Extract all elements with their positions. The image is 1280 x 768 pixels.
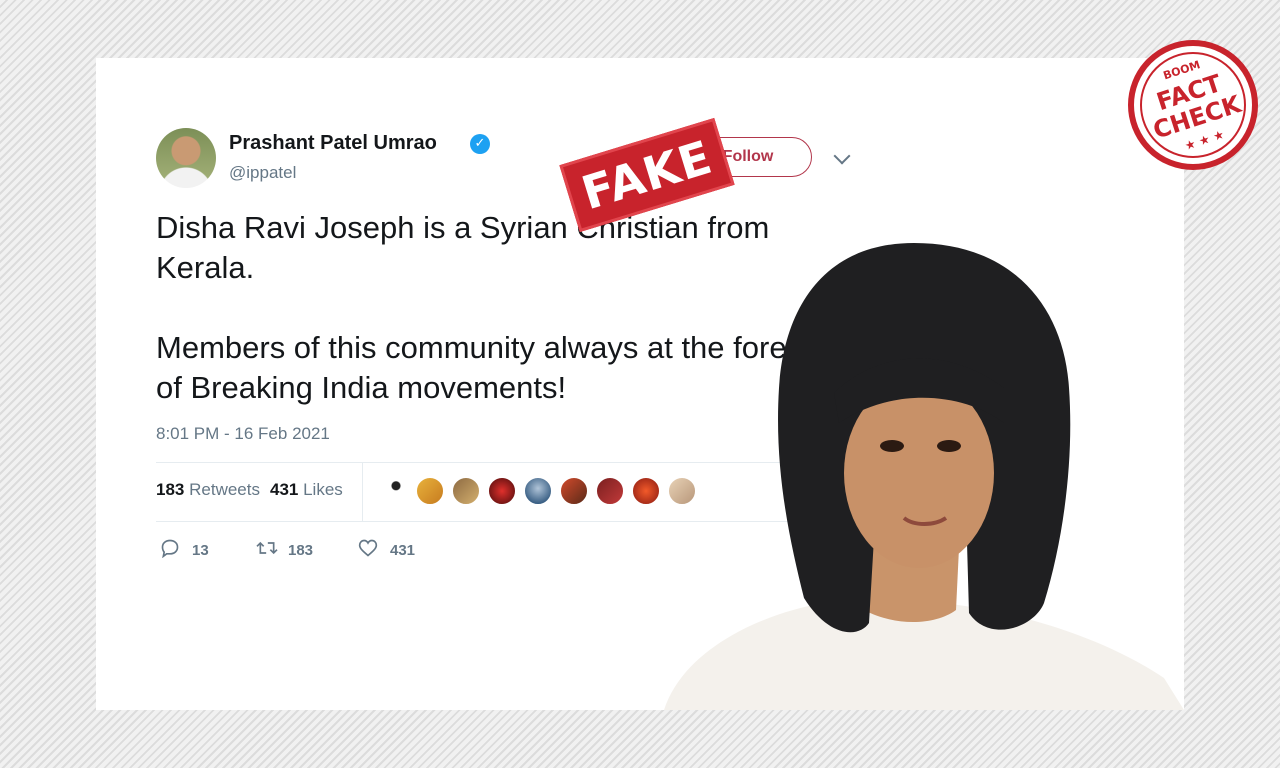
like-action[interactable]: 431 bbox=[358, 538, 415, 563]
likes-count: 431 bbox=[269, 480, 299, 499]
retweets-stat[interactable]: 183 Retweets bbox=[156, 480, 260, 499]
liker-avatar[interactable] bbox=[559, 476, 589, 506]
like-count: 431 bbox=[390, 542, 416, 559]
retweet-icon bbox=[256, 538, 278, 563]
likes-label: Likes bbox=[303, 480, 343, 499]
retweets-count: 183 bbox=[156, 480, 185, 499]
author-handle[interactable]: @ippatel bbox=[229, 163, 296, 183]
person-photo bbox=[664, 243, 1184, 710]
reply-icon bbox=[160, 538, 182, 563]
reply-action[interactable]: 13 bbox=[160, 538, 209, 563]
retweets-label: Retweets bbox=[189, 480, 260, 499]
liker-avatar[interactable] bbox=[523, 476, 553, 506]
tweet-stats: 183 Retweets 431 Likes bbox=[156, 480, 343, 500]
author-avatar[interactable] bbox=[156, 128, 216, 188]
liker-avatar[interactable] bbox=[381, 476, 411, 506]
verified-badge-icon: ✓ bbox=[470, 134, 490, 154]
stats-divider bbox=[362, 463, 363, 521]
tweet-timestamp[interactable]: 8:01 PM - 16 Feb 2021 bbox=[156, 424, 330, 444]
fact-check-logo: BOOM FACT CHECK ★ ★ ★ bbox=[1128, 40, 1258, 170]
author-name[interactable]: Prashant Patel Umrao bbox=[229, 132, 437, 155]
reply-count: 13 bbox=[192, 542, 209, 559]
liker-avatar[interactable] bbox=[415, 476, 445, 506]
retweet-count: 183 bbox=[288, 542, 314, 559]
chevron-down-icon[interactable] bbox=[833, 147, 851, 165]
liker-avatar[interactable] bbox=[595, 476, 625, 506]
liker-avatar[interactable] bbox=[451, 476, 481, 506]
likes-stat[interactable]: 431 Likes bbox=[270, 480, 343, 499]
liker-avatar[interactable] bbox=[487, 476, 517, 506]
tweet-card: Prashant Patel Umrao ✓ @ippatel Follow D… bbox=[96, 58, 1184, 710]
retweet-action[interactable]: 183 bbox=[256, 538, 313, 563]
heart-icon bbox=[358, 538, 380, 563]
